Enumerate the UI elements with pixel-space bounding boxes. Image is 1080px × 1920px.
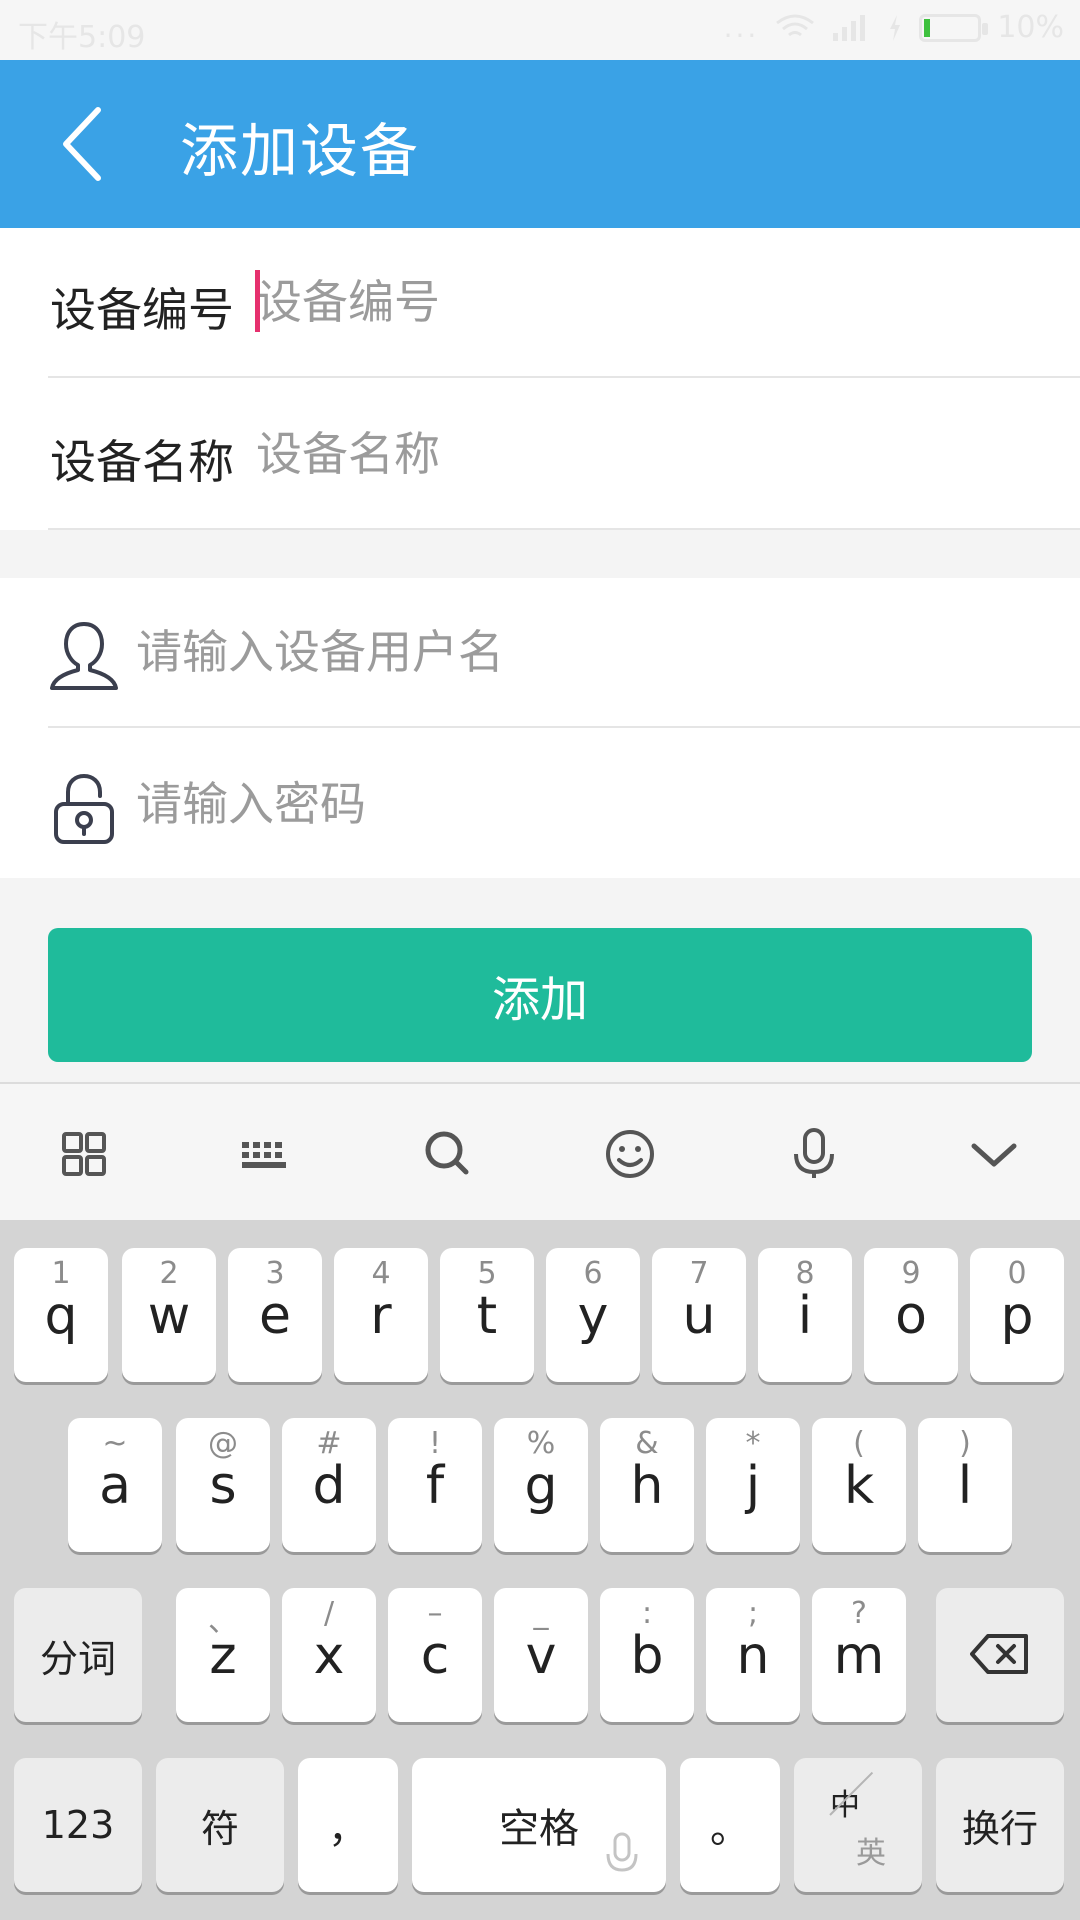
key-d[interactable]: # d bbox=[282, 1418, 376, 1552]
lang-switch-label: 中 英 bbox=[794, 1758, 922, 1892]
password-row bbox=[0, 730, 1080, 880]
device-id-row: 设备编号 bbox=[0, 228, 1080, 378]
credentials-card bbox=[0, 578, 1080, 878]
backspace-key[interactable] bbox=[936, 1588, 1064, 1722]
key-r[interactable]: 4r bbox=[334, 1248, 428, 1382]
key-c[interactable]: – c bbox=[388, 1588, 482, 1722]
key-t[interactable]: 5t bbox=[440, 1248, 534, 1382]
device-info-card: 设备编号 设备名称 bbox=[0, 228, 1080, 530]
battery-icon bbox=[919, 13, 989, 42]
key-j[interactable]: * j bbox=[706, 1418, 800, 1552]
keyboard-icon[interactable] bbox=[224, 1114, 304, 1194]
key-v[interactable]: _ v bbox=[494, 1588, 588, 1722]
user-icon bbox=[50, 622, 118, 690]
device-name-label: 设备名称 bbox=[50, 435, 234, 489]
page-title: 添加设备 bbox=[180, 117, 421, 185]
charging-icon bbox=[890, 14, 901, 41]
app-header: 添加设备 bbox=[0, 60, 1080, 228]
key-f[interactable]: ! f bbox=[388, 1418, 482, 1552]
back-button[interactable] bbox=[52, 104, 132, 184]
divider bbox=[48, 528, 1080, 530]
key-w[interactable]: 2w bbox=[122, 1248, 216, 1382]
search-icon[interactable] bbox=[408, 1114, 488, 1194]
lang-switch-key[interactable]: 中 英 bbox=[794, 1758, 922, 1892]
key-x[interactable]: / x bbox=[282, 1588, 376, 1722]
period-key[interactable]: 。 bbox=[680, 1758, 780, 1892]
battery-percent: 10% bbox=[997, 10, 1064, 45]
divider bbox=[48, 376, 1080, 378]
username-input[interactable] bbox=[136, 612, 1016, 692]
key-e[interactable]: 3e bbox=[228, 1248, 322, 1382]
status-icons: ... 10% bbox=[724, 10, 1064, 45]
comma-key[interactable]: ， bbox=[298, 1758, 398, 1892]
key-m[interactable]: ? m bbox=[812, 1588, 906, 1722]
device-name-input[interactable] bbox=[256, 414, 1016, 494]
key-k[interactable]: (k bbox=[812, 1418, 906, 1552]
status-dots: ... bbox=[723, 11, 760, 44]
enter-key[interactable]: 换行 bbox=[936, 1758, 1064, 1892]
status-bar: 下午5:09 ... 10% bbox=[0, 0, 1080, 60]
key-g[interactable]: % g bbox=[494, 1418, 588, 1552]
back-arrow-icon bbox=[63, 107, 101, 181]
numbers-key[interactable]: 123 bbox=[14, 1758, 142, 1892]
wifi-icon bbox=[776, 14, 815, 36]
grid-icon[interactable] bbox=[44, 1114, 124, 1194]
key-o[interactable]: 9o bbox=[864, 1248, 958, 1382]
key-h[interactable]: & h bbox=[600, 1418, 694, 1552]
key-n[interactable]: ; n bbox=[706, 1588, 800, 1722]
add-button[interactable]: 添加 bbox=[48, 928, 1032, 1062]
username-row bbox=[0, 578, 1080, 728]
microphone-icon bbox=[606, 1832, 638, 1872]
chevron-down-icon[interactable] bbox=[954, 1114, 1034, 1194]
key-b[interactable]: :b bbox=[600, 1588, 694, 1722]
divider bbox=[48, 726, 1080, 728]
key-p[interactable]: 0p bbox=[970, 1248, 1064, 1382]
key-l[interactable]: ) l bbox=[918, 1418, 1012, 1552]
emoji-icon[interactable] bbox=[590, 1114, 670, 1194]
segment-key[interactable]: 分词 bbox=[14, 1588, 142, 1722]
signal-icon bbox=[833, 14, 866, 41]
key-u[interactable]: 7u bbox=[652, 1248, 746, 1382]
key-i[interactable]: 8i bbox=[758, 1248, 852, 1382]
key-s[interactable]: @ s bbox=[176, 1418, 270, 1552]
lock-icon bbox=[54, 773, 114, 844]
key-q[interactable]: 1q bbox=[14, 1248, 108, 1382]
backspace-icon bbox=[970, 1634, 1028, 1674]
device-id-label: 设备编号 bbox=[50, 283, 234, 337]
space-key[interactable]: 空格 bbox=[412, 1758, 666, 1892]
key-a[interactable]: ~ a bbox=[68, 1418, 162, 1552]
keyboard-toolbar bbox=[0, 1082, 1080, 1220]
password-input[interactable] bbox=[136, 764, 1016, 844]
device-name-row: 设备名称 bbox=[0, 380, 1080, 530]
microphone-icon[interactable] bbox=[774, 1114, 854, 1194]
status-time: 下午5:09 bbox=[18, 20, 146, 55]
symbols-key[interactable]: 符 bbox=[156, 1758, 284, 1892]
key-z[interactable]: 、 z bbox=[176, 1588, 270, 1722]
device-id-input[interactable] bbox=[256, 262, 1016, 342]
text-caret bbox=[255, 270, 260, 332]
key-y[interactable]: 6y bbox=[546, 1248, 640, 1382]
keyboard: 1q 2w 3e 4r 5t 6y 7u 8i 9o 0p ~ a @ s # d !… bbox=[0, 1220, 1080, 1920]
